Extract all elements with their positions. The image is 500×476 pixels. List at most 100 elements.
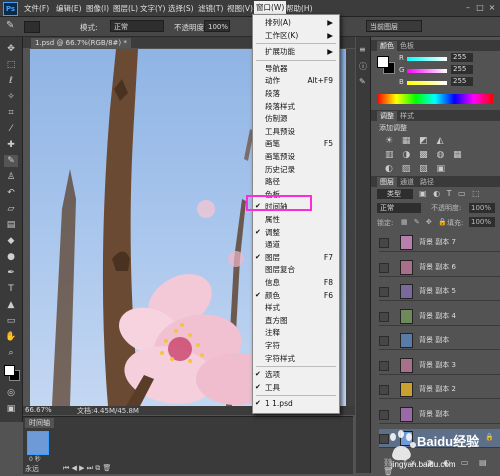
eyedropper-tool-icon[interactable]: ⁄ xyxy=(4,123,18,135)
brush-tool-icon[interactable]: ✎ xyxy=(4,155,18,167)
menu-file[interactable]: 文件(F) xyxy=(24,3,49,14)
move-tool-icon[interactable]: ✥ xyxy=(4,43,18,55)
r-slider[interactable] xyxy=(407,57,447,61)
menu-help[interactable]: 帮助(H) xyxy=(286,3,313,14)
window-menu-item[interactable]: 导航器 xyxy=(253,63,339,74)
layer-row[interactable]: 背景 副本 2 xyxy=(379,380,500,399)
window-menu-item[interactable]: 图层复合 xyxy=(253,264,339,275)
marquee-tool-icon[interactable]: ⬚ xyxy=(4,59,18,71)
layer-row[interactable]: 背景 副本 4 xyxy=(379,306,500,326)
window-menu-item[interactable]: ✔ 1 1.psd xyxy=(253,398,339,409)
visibility-toggle[interactable] xyxy=(379,385,389,395)
r-value[interactable]: 255 xyxy=(451,53,473,62)
window-menu-item[interactable]: 扩展功能 ▶ xyxy=(253,46,339,57)
window-menu-item[interactable]: 路径 xyxy=(253,176,339,187)
menu-filter[interactable]: 滤镜(T) xyxy=(198,3,223,14)
dodge-tool-icon[interactable]: ● xyxy=(4,251,18,263)
timeline-frame-1[interactable] xyxy=(27,431,49,455)
menu-image[interactable]: 图像(I) xyxy=(86,3,109,14)
tab-styles[interactable]: 样式 xyxy=(397,111,417,121)
brush-panel-icon[interactable]: ✎ xyxy=(359,77,366,86)
close-icon[interactable]: × xyxy=(487,3,497,12)
healing-tool-icon[interactable]: ✚ xyxy=(4,139,18,151)
tab-swatches[interactable]: 色板 xyxy=(397,41,417,51)
path-select-tool-icon[interactable]: ▲ xyxy=(4,299,18,311)
window-menu-item[interactable]: ✔ 颜色 F6 xyxy=(253,290,339,301)
tab-paths[interactable]: 路径 xyxy=(417,177,437,187)
opacity-input[interactable]: 100% xyxy=(204,20,230,32)
window-menu-item[interactable]: 属性 xyxy=(253,214,339,225)
visibility-toggle[interactable] xyxy=(379,409,389,420)
fg-color-swatch[interactable] xyxy=(377,56,389,68)
quick-select-tool-icon[interactable]: ✧ xyxy=(4,91,18,103)
screen-mode-icon[interactable]: ▣ xyxy=(4,403,18,415)
window-menu-item[interactable]: 通道 xyxy=(253,239,339,250)
type-tool-icon[interactable]: T xyxy=(4,283,18,295)
canvas-vertical-scrollbar[interactable] xyxy=(346,49,355,406)
tab-layers[interactable]: 图层 xyxy=(377,177,397,187)
clone-stamp-tool-icon[interactable]: ♙ xyxy=(4,171,18,183)
foreground-color-swatch[interactable] xyxy=(4,365,15,376)
window-menu-item[interactable]: ✔ 图层 F7 xyxy=(253,252,339,263)
brush-tool-icon[interactable]: ✎ xyxy=(6,20,14,31)
adjustment-icons-row-1[interactable]: ☀ ▦ ◩ ◭ xyxy=(385,136,447,146)
history-brush-tool-icon[interactable]: ↶ xyxy=(4,187,18,199)
layer-opacity-input[interactable]: 100% xyxy=(469,203,495,213)
tab-color[interactable]: 颜色 xyxy=(377,41,397,51)
hand-tool-icon[interactable]: ✋ xyxy=(4,331,18,343)
window-menu-item[interactable]: 排列(A) ▶ xyxy=(253,17,339,28)
pen-tool-icon[interactable]: ✒ xyxy=(4,267,18,279)
window-menu-item[interactable]: 注释 xyxy=(253,327,339,338)
b-value[interactable]: 255 xyxy=(451,77,473,86)
blur-tool-icon[interactable]: ◆ xyxy=(4,235,18,247)
shape-tool-icon[interactable]: ▭ xyxy=(4,315,18,327)
layer-row[interactable]: 背景 副本 xyxy=(379,404,500,424)
g-slider[interactable] xyxy=(407,69,447,73)
adjustment-icons-row-2[interactable]: ▥ ◑ ▩ ◍ ▦ xyxy=(385,150,465,160)
lasso-tool-icon[interactable]: ℓ xyxy=(4,75,18,87)
visibility-toggle[interactable] xyxy=(379,360,389,371)
window-menu-item[interactable]: 字符样式 xyxy=(253,353,339,364)
visibility-toggle[interactable] xyxy=(379,287,389,297)
menu-layer[interactable]: 图层(L) xyxy=(113,3,138,14)
menu-type[interactable]: 文字(Y) xyxy=(140,3,165,14)
window-menu-item[interactable]: 工具预设 xyxy=(253,126,339,137)
window-menu-item[interactable]: 信息 F8 xyxy=(253,277,339,288)
fill-input[interactable]: 100% xyxy=(469,217,495,227)
window-menu-item[interactable]: 样式 xyxy=(253,302,339,313)
tab-channels[interactable]: 通道 xyxy=(397,177,417,187)
layer-row[interactable]: 背景 副本 xyxy=(379,331,500,350)
visibility-toggle[interactable] xyxy=(379,262,389,273)
window-menu-item[interactable]: ✔ 选项 xyxy=(253,369,339,380)
layer-row[interactable]: 背景 副本 3 xyxy=(379,355,500,375)
visibility-toggle[interactable] xyxy=(379,311,389,322)
document-tab[interactable]: 1.psd @ 66.7%(RGB/8#) * xyxy=(31,38,131,48)
adjustment-icons-row-3[interactable]: ◐ ▨ ▧ ▣ xyxy=(385,164,448,174)
maximize-icon[interactable]: □ xyxy=(475,3,485,12)
window-menu-item[interactable]: 段落 xyxy=(253,88,339,99)
window-menu-item[interactable]: 字符 xyxy=(253,340,339,351)
menu-select[interactable]: 选择(S) xyxy=(168,3,194,14)
brush-preset-picker[interactable] xyxy=(24,21,40,33)
visibility-toggle[interactable] xyxy=(379,238,389,248)
color-spectrum-bar[interactable] xyxy=(377,94,493,104)
window-menu-item[interactable]: 历史记录 xyxy=(253,164,339,175)
window-menu-item[interactable]: 直方图 xyxy=(253,315,339,326)
window-menu-item[interactable]: 画笔预设 xyxy=(253,151,339,162)
workspace-select[interactable]: 当前图层 xyxy=(366,20,422,32)
timeline-tab[interactable]: 时间轴 xyxy=(25,418,54,428)
window-menu-item[interactable]: ✔ 工具 xyxy=(253,382,339,393)
window-menu-item[interactable]: 画笔 F5 xyxy=(253,138,339,149)
frame-delay[interactable]: 0 秒 xyxy=(29,454,41,463)
eraser-tool-icon[interactable]: ▱ xyxy=(4,203,18,215)
layer-row[interactable]: 背景 副本 7 xyxy=(379,233,500,252)
lock-icons[interactable]: ▦ ✎ ✥ 🔒 xyxy=(401,218,449,226)
quick-mask-icon[interactable]: ◎ xyxy=(4,387,18,399)
history-panel-icon[interactable]: ≡ xyxy=(359,45,366,54)
minimize-icon[interactable]: – xyxy=(463,3,473,12)
menu-window[interactable]: 窗口(W) xyxy=(254,1,287,14)
gradient-tool-icon[interactable]: ▤ xyxy=(4,219,18,231)
b-slider[interactable] xyxy=(407,81,447,85)
zoom-tool-icon[interactable]: ⌕ xyxy=(4,347,18,359)
blend-mode-select[interactable]: 正常 xyxy=(377,203,421,213)
